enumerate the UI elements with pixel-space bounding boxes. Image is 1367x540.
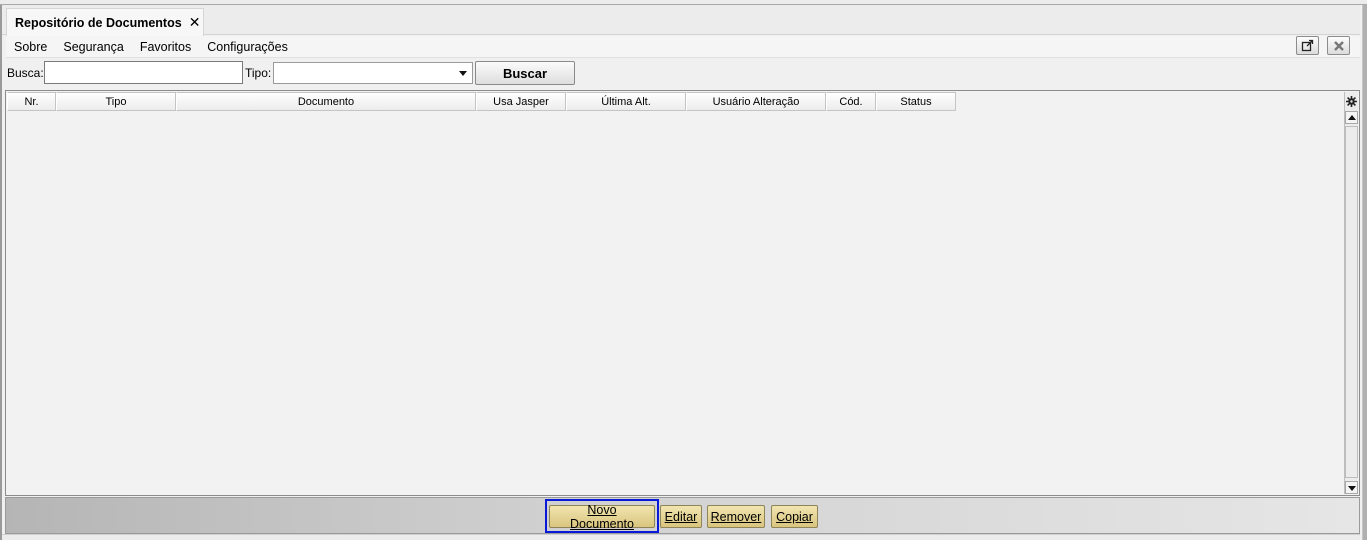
scroll-thumb[interactable] — [1345, 126, 1358, 478]
documents-table: Nr. Tipo Documento Usa Jasper Última Alt… — [5, 90, 1360, 496]
editar-button[interactable]: Editar — [660, 505, 702, 528]
remover-button[interactable]: Remover — [707, 505, 765, 528]
column-header-status[interactable]: Status — [876, 92, 956, 111]
menu-bar: Sobre Segurança Favoritos Configurações — [6, 36, 1360, 58]
window-left-edge — [0, 5, 2, 540]
close-window-button[interactable] — [1327, 36, 1350, 55]
window-right-edge — [1362, 5, 1367, 540]
tipo-select[interactable] — [273, 62, 473, 84]
status-footer — [2, 534, 1360, 540]
table-header: Nr. Tipo Documento Usa Jasper Última Alt… — [7, 92, 956, 111]
novo-documento-button[interactable]: Novo Documento — [549, 503, 655, 531]
scroll-down-button[interactable] — [1345, 481, 1358, 494]
column-header-ultima-alt[interactable]: Última Alt. — [566, 92, 686, 111]
chevron-down-icon — [459, 71, 467, 76]
column-header-usuario-alteracao[interactable]: Usuário Alteração — [686, 92, 826, 111]
copiar-button[interactable]: Copiar — [771, 505, 818, 528]
external-window-icon — [1301, 39, 1314, 52]
search-row: Busca: Tipo: Buscar — [6, 60, 1360, 86]
detach-window-button[interactable] — [1296, 36, 1319, 55]
column-header-documento[interactable]: Documento — [176, 92, 476, 111]
tab-strip: Repositório de Documentos ✕ — [2, 5, 1360, 36]
scroll-up-button[interactable] — [1345, 111, 1358, 124]
tab-repositorio-documentos[interactable]: Repositório de Documentos ✕ — [6, 8, 204, 36]
gear-icon — [1346, 95, 1357, 107]
column-header-tipo[interactable]: Tipo — [56, 92, 176, 111]
close-icon — [1333, 40, 1344, 51]
column-header-nr[interactable]: Nr. — [7, 92, 56, 111]
menu-configuracoes[interactable]: Configurações — [199, 40, 296, 54]
menu-sobre[interactable]: Sobre — [6, 40, 55, 54]
tipo-label: Tipo: — [245, 66, 272, 80]
busca-label: Busca: — [7, 66, 44, 80]
menu-favoritos[interactable]: Favoritos — [132, 40, 199, 54]
buscar-button[interactable]: Buscar — [475, 61, 575, 85]
vertical-scrollbar[interactable] — [1344, 92, 1358, 494]
column-header-usa-jasper[interactable]: Usa Jasper — [476, 92, 566, 111]
table-settings-button[interactable] — [1345, 93, 1358, 109]
busca-input[interactable] — [44, 61, 243, 84]
column-header-cod[interactable]: Cód. — [826, 92, 876, 111]
action-bar: Novo Documento Editar Remover Copiar — [5, 497, 1360, 534]
tab-title: Repositório de Documentos — [15, 15, 182, 30]
menu-seguranca[interactable]: Segurança — [55, 40, 131, 54]
tab-close-icon[interactable]: ✕ — [189, 14, 201, 31]
